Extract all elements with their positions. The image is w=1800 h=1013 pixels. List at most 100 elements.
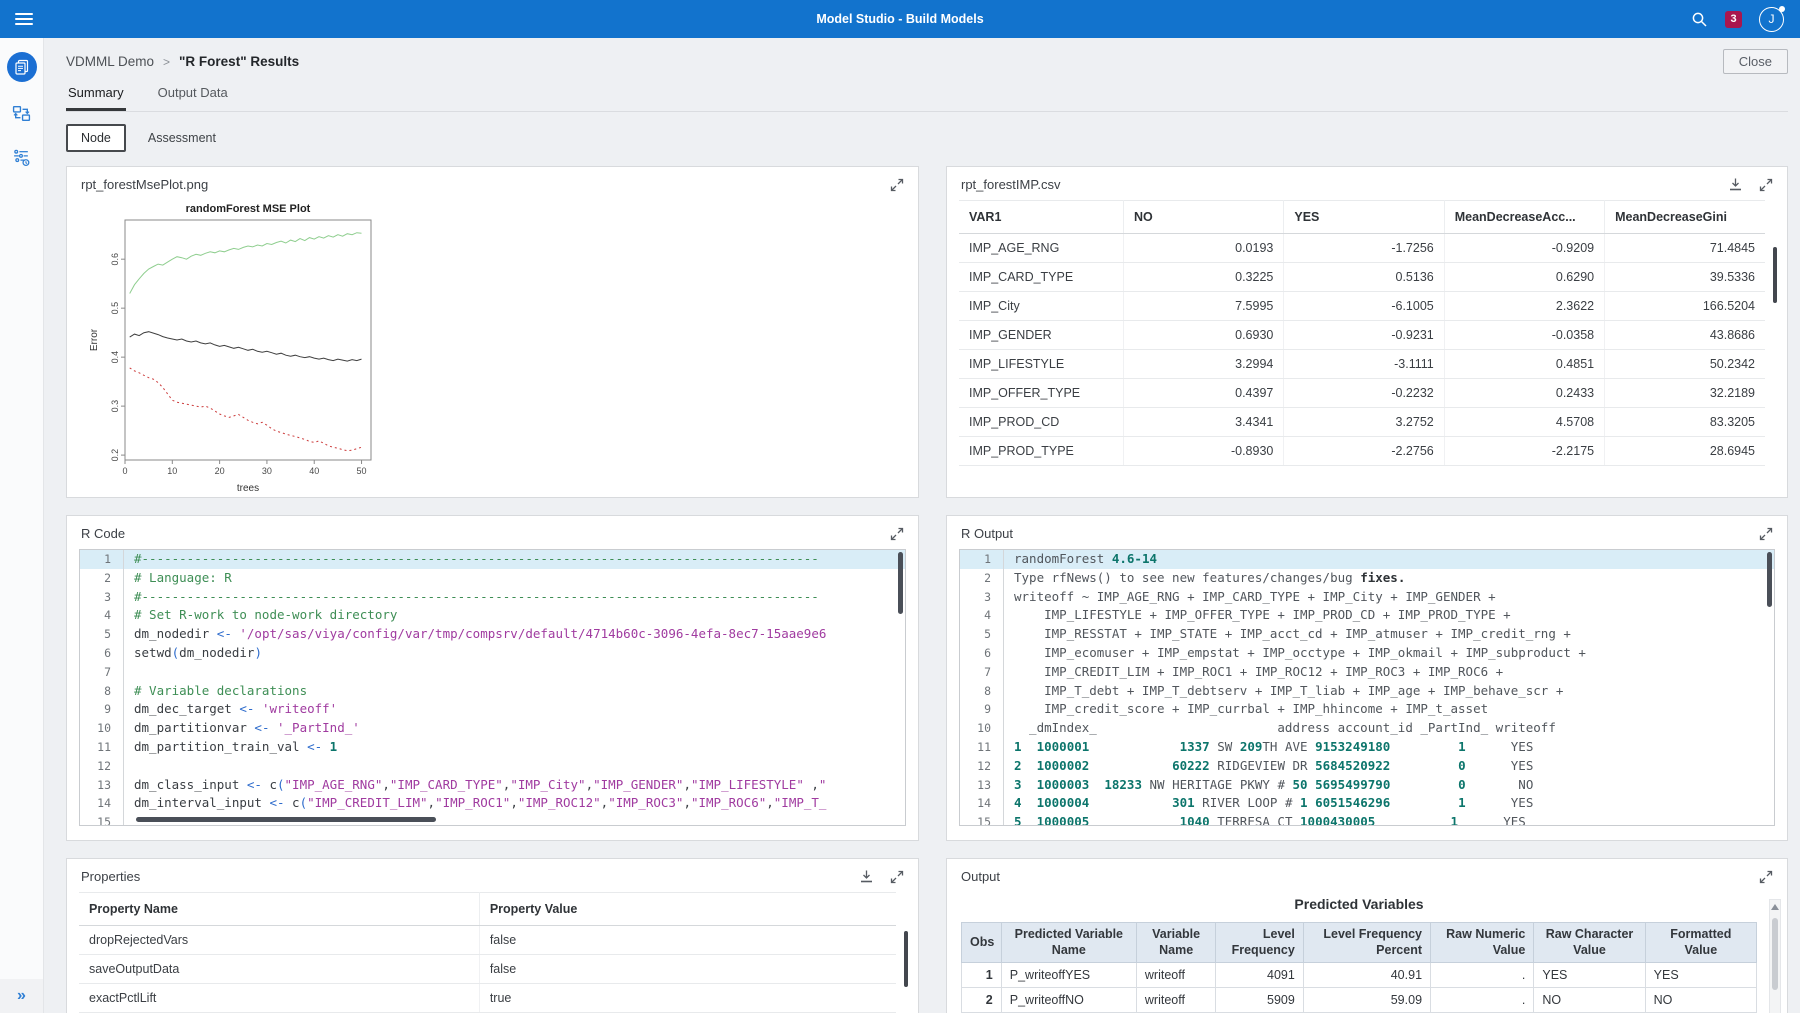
svg-text:0: 0 — [122, 466, 127, 476]
maximize-icon[interactable] — [1759, 870, 1773, 884]
svg-text:20: 20 — [215, 466, 225, 476]
scroll-up-icon[interactable] — [1771, 904, 1779, 910]
line-number: 1 — [960, 550, 1004, 569]
line-number: 14 — [960, 794, 1004, 813]
imp-table-header-row: VAR1NOYESMeanDecreaseAcc...MeanDecreaseG… — [959, 201, 1765, 234]
column-header[interactable]: Property Value — [479, 893, 896, 926]
table-row[interactable]: IMP_GENDER0.6930-0.9231-0.035843.8686 — [959, 321, 1765, 350]
table-row[interactable]: saveOutputDatafalse — [79, 955, 896, 984]
table-row[interactable]: dropRejectedVarsfalse — [79, 926, 896, 955]
line-number: 6 — [960, 644, 1004, 663]
breadcrumb-project[interactable]: VDMML Demo — [66, 54, 154, 69]
applications-menu-icon[interactable] — [15, 10, 33, 28]
scrollbar-thumb[interactable] — [1772, 918, 1778, 990]
table-cell: IMP_PROD_TYPE — [959, 437, 1123, 466]
table-row[interactable]: IMP_PROD_CD3.43413.27524.570883.3205 — [959, 408, 1765, 437]
maximize-icon[interactable] — [1759, 527, 1773, 541]
download-icon[interactable] — [1728, 177, 1743, 192]
topbar: Model Studio - Build Models 3 J — [0, 0, 1800, 38]
code-line: 5 IMP_RESSTAT + IMP_STATE + IMP_acct_cd … — [960, 625, 1774, 644]
column-header[interactable]: YES — [1284, 201, 1444, 234]
code-line: 13dm_class_input <- c("IMP_AGE_RNG","IMP… — [80, 776, 905, 795]
table-cell: 3.2994 — [1123, 350, 1283, 379]
sidebar-item-pipeline-comparison[interactable] — [12, 148, 31, 170]
scrollbar-thumb[interactable] — [1773, 247, 1777, 303]
table-cell: -2.2175 — [1444, 437, 1604, 466]
code-line: 10dm_partitionvar <- '_PartInd_' — [80, 719, 905, 738]
download-icon[interactable] — [859, 869, 874, 884]
table-cell: 2 — [962, 988, 1002, 1013]
maximize-icon[interactable] — [890, 527, 904, 541]
table-cell: 0.6290 — [1444, 263, 1604, 292]
maximize-icon[interactable] — [890, 870, 904, 884]
subtab-node[interactable]: Node — [66, 124, 126, 152]
column-header[interactable]: VAR1 — [959, 201, 1123, 234]
code-line: 1#--------------------------------------… — [80, 550, 905, 569]
output-log[interactable]: 1randomForest 4.6-142Type rfNews() to se… — [959, 549, 1775, 826]
table-cell: -0.2232 — [1284, 379, 1444, 408]
svg-text:50: 50 — [357, 466, 367, 476]
code-editor[interactable]: 1#--------------------------------------… — [79, 549, 906, 826]
scrollbar-thumb[interactable] — [904, 931, 908, 987]
table-cell: 32.2189 — [1605, 379, 1765, 408]
subtab-assessment[interactable]: Assessment — [148, 131, 216, 145]
code-line: 9 IMP_credit_score + IMP_currbal + IMP_h… — [960, 700, 1774, 719]
imp-table: VAR1NOYESMeanDecreaseAcc...MeanDecreaseG… — [959, 200, 1765, 466]
column-header[interactable]: MeanDecreaseAcc... — [1444, 201, 1604, 234]
line-number: 3 — [960, 588, 1004, 607]
breadcrumb: VDMML Demo > "R Forest" Results — [66, 38, 1788, 69]
svg-text:0.5: 0.5 — [110, 302, 120, 315]
properties-table-container: Property NameProperty Value dropRejected… — [67, 892, 918, 1013]
pipeline-comparison-icon — [12, 148, 31, 167]
table-row[interactable]: IMP_AGE_RNG0.0193-1.7256-0.920971.4845 — [959, 234, 1765, 263]
maximize-icon[interactable] — [1759, 178, 1773, 192]
panel-title: Output — [961, 869, 1000, 884]
line-number: 8 — [80, 682, 124, 701]
table-cell: 1 — [962, 963, 1002, 988]
scrollbar[interactable] — [1769, 899, 1781, 1013]
expand-sidebar-button[interactable]: » — [0, 979, 43, 1013]
scrollbar-thumb[interactable] — [898, 552, 903, 614]
table-row[interactable]: IMP_CARD_TYPE0.32250.51360.629039.5336 — [959, 263, 1765, 292]
scrollbar-thumb[interactable] — [1767, 552, 1772, 607]
code-line: 12 — [80, 757, 905, 776]
code-line: 111 1000001 1337 SW 209TH AVE 9153249180… — [960, 738, 1774, 757]
sidebar-item-pipelines[interactable] — [12, 104, 31, 126]
table-row[interactable]: 1P_writeoffYESwriteoff409140.91.YESYES — [962, 963, 1757, 988]
table-cell: 166.5204 — [1605, 292, 1765, 321]
table-cell: false — [479, 955, 896, 984]
line-number: 15 — [80, 813, 124, 826]
column-header[interactable]: NO — [1123, 201, 1283, 234]
table-row[interactable]: IMP_PROD_TYPE-0.8930-2.2756-2.217528.694… — [959, 437, 1765, 466]
app-frame: » Close VDMML Demo > "R Forest" Results … — [0, 38, 1800, 1013]
scrollbar-thumb-horizontal[interactable] — [136, 817, 436, 822]
code-line: 5dm_nodedir <- '/opt/sas/viya/config/var… — [80, 625, 905, 644]
line-number: 2 — [960, 569, 1004, 588]
table-row[interactable]: IMP_OFFER_TYPE0.4397-0.22320.243332.2189 — [959, 379, 1765, 408]
table-cell: P_writeoffNO — [1001, 988, 1136, 1013]
table-cell: 40.91 — [1303, 963, 1430, 988]
notification-badge[interactable]: 3 — [1725, 11, 1742, 28]
column-header: Obs — [962, 923, 1002, 963]
column-header[interactable]: MeanDecreaseGini — [1605, 201, 1765, 234]
table-row[interactable]: IMP_City7.5995-6.10052.3622166.5204 — [959, 292, 1765, 321]
avatar[interactable]: J — [1759, 7, 1784, 32]
close-button[interactable]: Close — [1723, 49, 1788, 74]
table-row[interactable]: IMP_LIFESTYLE3.2994-3.11110.485150.2342 — [959, 350, 1765, 379]
column-header[interactable]: Property Name — [79, 893, 479, 926]
table-row[interactable]: 2P_writeoffNOwriteoff590959.09.NONO — [962, 988, 1757, 1013]
line-number: 13 — [80, 776, 124, 795]
sidebar-item-data[interactable] — [7, 52, 37, 82]
table-cell: 59.09 — [1303, 988, 1430, 1013]
svg-text:randomForest MSE Plot: randomForest MSE Plot — [186, 203, 311, 215]
maximize-icon[interactable] — [890, 178, 904, 192]
table-cell: 28.6945 — [1605, 437, 1765, 466]
table-cell: 0.4851 — [1444, 350, 1604, 379]
search-icon[interactable] — [1691, 11, 1708, 28]
tab-output-data[interactable]: Output Data — [156, 85, 230, 111]
code-line: 6 IMP_ecomuser + IMP_empstat + IMP_occty… — [960, 644, 1774, 663]
panel-title: rpt_forestMsePlot.png — [81, 177, 208, 192]
breadcrumb-separator: > — [163, 55, 170, 69]
table-row[interactable]: exactPctlLifttrue — [79, 984, 896, 1013]
tab-summary[interactable]: Summary — [66, 85, 126, 111]
